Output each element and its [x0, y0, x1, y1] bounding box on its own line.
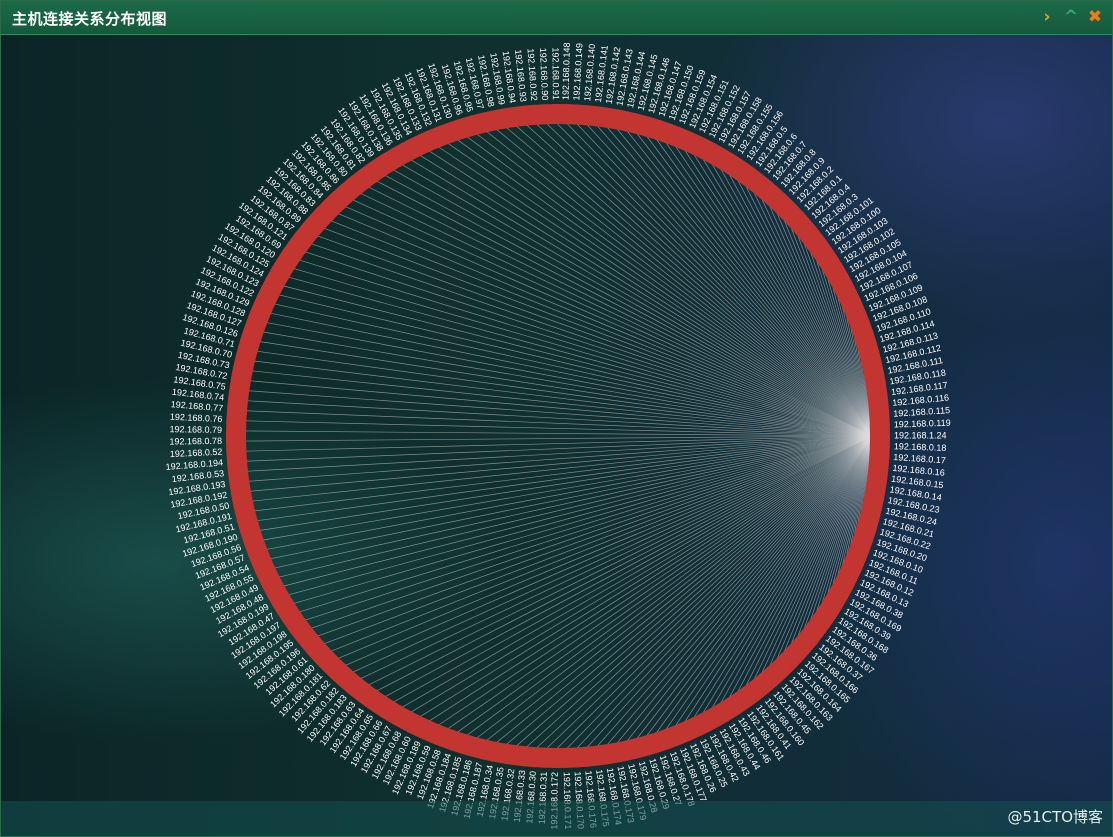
connection-link	[494, 128, 873, 437]
node-label: 192.168.0.91	[550, 47, 560, 100]
watermark: @51CTO博客	[1007, 808, 1103, 826]
connection-link	[247, 390, 873, 437]
node-label: 192.168.0.79	[169, 424, 222, 435]
connection-link	[248, 380, 873, 437]
connection-link	[309, 435, 873, 629]
host-connection-chord-chart: 192.168.0.91 192.168.0.148 192.168.0.14919…	[165, 42, 951, 829]
connection-link	[269, 435, 873, 560]
host-node[interactable]	[535, 104, 556, 125]
connection-link	[287, 276, 873, 437]
node-label: 192.168.0.78	[169, 436, 222, 447]
connection-link	[336, 212, 873, 437]
node-label: 192.168.0.119	[894, 418, 951, 430]
connection-link	[269, 312, 873, 437]
node-label: 192.168.0.115	[893, 405, 950, 419]
connection-link	[336, 435, 873, 660]
connection-link	[248, 435, 873, 492]
connection-link	[309, 243, 873, 437]
node-label: 192.168.0.148	[560, 42, 571, 100]
chart-window: 主机连接关系分布视图 › ^ ✖ 192.168.0.91 192.168.0.1…	[0, 0, 1113, 837]
connection-link	[555, 435, 873, 751]
connection-link	[282, 285, 873, 437]
connection-link	[287, 435, 873, 596]
connection-link	[282, 435, 873, 587]
connection-link	[247, 435, 873, 482]
node-label: 192.168.0.76	[170, 412, 223, 425]
node-label: 192.168.0.18	[894, 441, 947, 453]
node-label: 192.168.1.24	[894, 430, 947, 440]
node-label: 192.168.0.90	[538, 48, 550, 101]
footer-bar	[1, 801, 1112, 836]
connection-links	[244, 121, 873, 751]
